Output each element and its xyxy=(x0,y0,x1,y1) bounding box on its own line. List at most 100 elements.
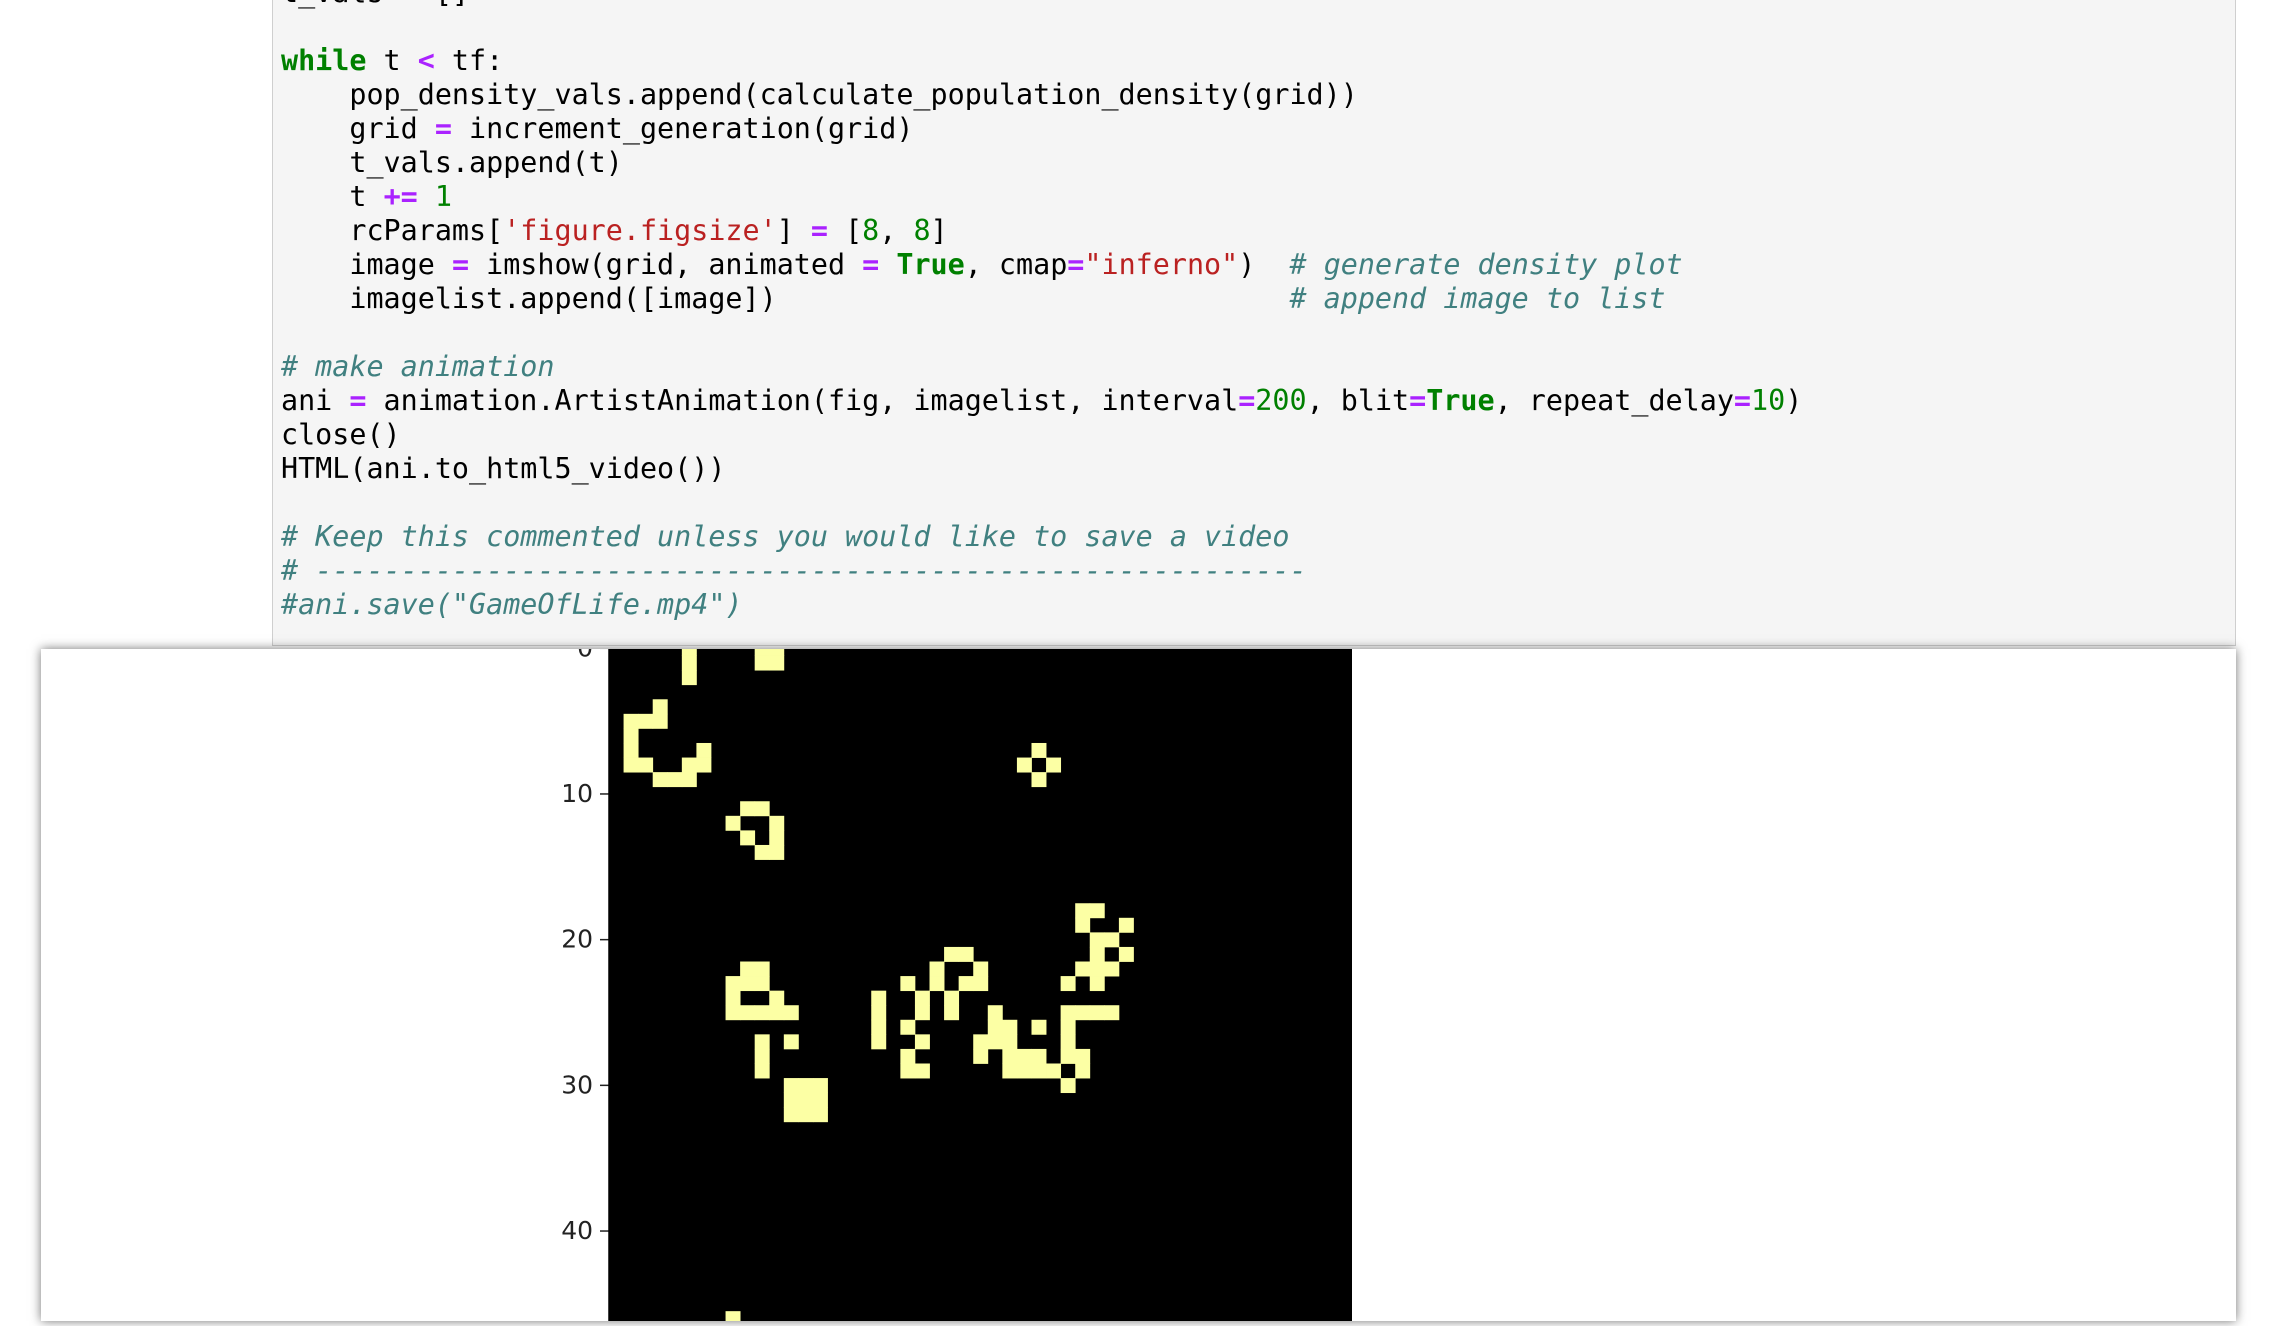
code-token: imshow(grid, animated xyxy=(469,248,863,281)
live-cell xyxy=(783,1107,799,1123)
live-cell xyxy=(725,1005,741,1021)
live-cell xyxy=(725,990,741,1006)
code-line: rcParams['figure.figsize'] = [8, 8] xyxy=(281,214,1802,248)
live-cell xyxy=(1089,976,1105,992)
live-cell xyxy=(1002,1048,1018,1064)
code-token: t_vals.append(t) xyxy=(281,146,623,179)
code-token: , repeat_delay xyxy=(1494,384,1734,417)
code-token: # generate density plot xyxy=(1289,248,1683,281)
live-cell xyxy=(652,772,668,788)
code-token: , blit xyxy=(1306,384,1410,417)
animation-video[interactable]: 0 10 20 30 40 xyxy=(323,649,1603,1321)
code-token: = xyxy=(434,112,452,145)
live-cell xyxy=(754,1005,770,1021)
live-cell xyxy=(973,961,989,977)
live-cell xyxy=(1060,1034,1076,1050)
code-token: t xyxy=(366,44,418,77)
live-cell xyxy=(812,1078,828,1094)
code-token: close() xyxy=(281,418,401,451)
live-cell xyxy=(900,976,916,992)
live-cell xyxy=(1031,1063,1047,1079)
live-cell xyxy=(638,757,654,773)
live-cell xyxy=(681,757,697,773)
code-token: 8 xyxy=(913,214,931,247)
live-cell xyxy=(900,1063,916,1079)
code-token: = xyxy=(1067,248,1085,281)
live-cell xyxy=(725,1311,741,1321)
live-cell xyxy=(754,655,770,671)
code-token: , cmap xyxy=(964,248,1068,281)
code-token: [] xyxy=(418,0,469,9)
live-cell xyxy=(1089,1005,1105,1021)
code-token: True xyxy=(1426,384,1495,417)
live-cell xyxy=(1046,1063,1062,1079)
live-cell xyxy=(740,1005,756,1021)
live-cell xyxy=(973,1034,989,1050)
code-line: image = imshow(grid, animated = True, cm… xyxy=(281,248,1802,282)
code-cell[interactable]: t_vals = [] while t < tf: pop_density_va… xyxy=(272,0,2236,646)
live-cell xyxy=(1060,976,1076,992)
live-cell xyxy=(681,649,697,656)
code-token: += xyxy=(383,180,418,213)
live-cell xyxy=(681,772,697,788)
code-token: "inferno" xyxy=(1084,248,1239,281)
code-line: t_vals.append(t) xyxy=(281,146,1802,180)
code-token: ani xyxy=(281,384,350,417)
live-cell xyxy=(769,649,785,656)
live-cell xyxy=(754,844,770,860)
live-cell xyxy=(798,1078,814,1094)
live-cell xyxy=(812,1107,828,1123)
live-cell xyxy=(681,670,697,686)
code-token: increment_generation(grid) xyxy=(451,112,914,145)
live-cell xyxy=(623,742,639,758)
code-token: # --------------------------------------… xyxy=(281,554,1307,587)
live-cell xyxy=(871,1019,887,1035)
code-line: pop_density_vals.append(calculate_popula… xyxy=(281,78,1802,112)
heatmap-chart: 0 10 20 30 40 xyxy=(561,649,1352,1321)
live-cell xyxy=(754,1034,770,1050)
code-token: # append image to list xyxy=(1289,282,1666,315)
live-cell xyxy=(1089,903,1105,919)
live-cell xyxy=(900,1019,916,1035)
code-token: < xyxy=(417,44,435,77)
code-line: close() xyxy=(281,418,1802,452)
code-token: # make animation xyxy=(281,350,555,383)
live-cell xyxy=(740,961,756,977)
y-tick-label: 40 xyxy=(561,1216,593,1245)
y-tick-label: 0 xyxy=(577,649,593,662)
live-cell xyxy=(1031,1019,1047,1035)
code-token: , xyxy=(879,214,914,247)
code-token: #ani.save("GameOfLife.mp4") xyxy=(281,588,743,621)
live-cell xyxy=(914,1005,930,1021)
live-cell xyxy=(754,1048,770,1064)
live-cell xyxy=(769,815,785,831)
code-editor[interactable]: t_vals = [] while t < tf: pop_density_va… xyxy=(281,0,1802,622)
live-cell xyxy=(1075,1048,1091,1064)
live-cell xyxy=(1104,1005,1120,1021)
live-cell xyxy=(783,1005,799,1021)
code-token: = xyxy=(1409,384,1427,417)
live-cell xyxy=(681,655,697,671)
code-token: rcParams[ xyxy=(281,214,504,247)
game-of-life-plot: 0 10 20 30 40 xyxy=(561,649,1352,1321)
live-cell xyxy=(1046,757,1062,773)
live-cell xyxy=(1016,1048,1032,1064)
live-cell xyxy=(725,815,741,831)
code-token: # Keep this commented unless you would l… xyxy=(281,520,1290,553)
code-token: grid xyxy=(281,112,435,145)
live-cell xyxy=(623,728,639,744)
live-cell xyxy=(1089,932,1105,948)
live-cell xyxy=(696,757,712,773)
code-token: = xyxy=(1238,384,1256,417)
live-cell xyxy=(1060,1078,1076,1094)
live-cell xyxy=(1002,1034,1018,1050)
code-line: ani = animation.ArtistAnimation(fig, ima… xyxy=(281,384,1802,418)
live-cell xyxy=(987,1034,1003,1050)
live-cell xyxy=(769,990,785,1006)
code-token: t xyxy=(281,180,384,213)
live-cell xyxy=(914,1034,930,1050)
